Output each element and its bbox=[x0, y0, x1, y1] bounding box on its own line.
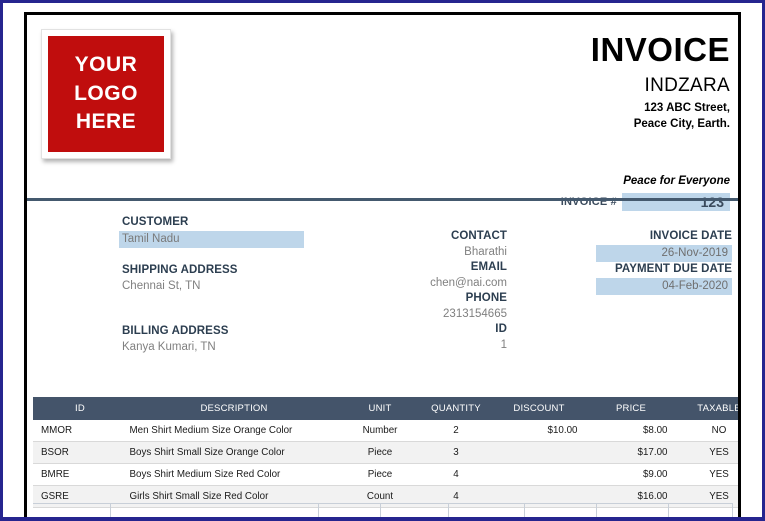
table-row[interactable]: BSOR Boys Shirt Small Size Orange Color Pi… bbox=[33, 441, 738, 464]
cell-description[interactable]: Men Shirt Medium Size Orange Color bbox=[124, 420, 344, 442]
cell-id[interactable]: MMOR bbox=[33, 420, 125, 442]
empty-cell-5[interactable] bbox=[449, 503, 525, 517]
line-items-table: ID DESCRIPTION UNIT QUANTITY DISCOUNT PR… bbox=[33, 397, 738, 508]
cell-quantity[interactable]: 3 bbox=[416, 441, 496, 464]
cell-taxable[interactable]: NO bbox=[677, 420, 738, 442]
cell-description[interactable]: Boys Shirt Medium Size Red Color bbox=[124, 463, 344, 486]
empty-cell-8[interactable] bbox=[669, 503, 733, 517]
column-header-price[interactable]: PRICE bbox=[589, 397, 678, 420]
header-divider bbox=[27, 198, 738, 201]
empty-cell-3[interactable] bbox=[319, 503, 381, 517]
empty-cell-7[interactable] bbox=[597, 503, 669, 517]
payment-due-date-label: PAYMENT DUE DATE bbox=[614, 263, 732, 276]
table-row[interactable]: MMOR Men Shirt Medium Size Orange Color Nu… bbox=[33, 420, 738, 442]
shipping-address-value[interactable]: Chennai St, TN bbox=[122, 279, 307, 295]
contact-value[interactable]: Bharathi bbox=[327, 245, 507, 261]
customer-id-label: ID bbox=[495, 323, 507, 336]
cell-unit[interactable]: Piece bbox=[343, 463, 417, 486]
logo-line-2: LOGO bbox=[74, 81, 138, 105]
cell-price[interactable]: $8.00 bbox=[589, 420, 678, 442]
column-header-qty[interactable]: QUANTITY bbox=[416, 397, 496, 420]
cell-taxable[interactable]: YES bbox=[677, 441, 738, 464]
empty-cell-4[interactable] bbox=[381, 503, 449, 517]
column-header-id[interactable]: ID bbox=[33, 397, 125, 420]
invoice-date-field[interactable]: 26-Nov-2019 bbox=[596, 244, 732, 263]
invoice-details: CUSTOMER Tamil Nadu SHIPPING ADDRESS Che… bbox=[27, 205, 738, 385]
page-title: INVOICE bbox=[590, 31, 730, 68]
cell-id[interactable]: BMRE bbox=[33, 463, 125, 486]
phone-value[interactable]: 2313154665 bbox=[327, 307, 507, 323]
contact-label: CONTACT bbox=[450, 230, 507, 242]
window-border-left bbox=[0, 0, 3, 521]
contact-details-column: CONTACT Bharathi EMAIL chen@nai.com PHON… bbox=[327, 229, 507, 353]
logo-placeholder-graphic: YOUR LOGO HERE bbox=[48, 36, 164, 152]
email-value[interactable]: chen@nai.com bbox=[327, 276, 507, 292]
window-border-top bbox=[0, 0, 765, 3]
payment-due-date-field[interactable]: 04-Feb-2020 bbox=[596, 277, 732, 296]
company-tagline: Peace for Everyone bbox=[623, 175, 730, 187]
table-header-row: ID DESCRIPTION UNIT QUANTITY DISCOUNT PR… bbox=[33, 397, 738, 420]
column-header-unit[interactable]: UNIT bbox=[343, 397, 417, 420]
customer-details-column: CUSTOMER Tamil Nadu SHIPPING ADDRESS Che… bbox=[119, 215, 307, 356]
logo-line-1: YOUR bbox=[74, 52, 138, 76]
email-label: EMAIL bbox=[470, 261, 507, 274]
billing-address-label: BILLING ADDRESS bbox=[122, 325, 229, 338]
cell-discount[interactable] bbox=[495, 441, 590, 464]
customer-label: CUSTOMER bbox=[122, 216, 189, 228]
empty-cell-1[interactable] bbox=[33, 503, 111, 517]
company-logo[interactable]: YOUR LOGO HERE bbox=[41, 29, 171, 159]
customer-name-field[interactable]: Tamil Nadu bbox=[119, 230, 304, 249]
logo-line-3: HERE bbox=[75, 110, 137, 134]
cell-price[interactable]: $9.00 bbox=[589, 463, 678, 486]
invoice-sheet: YOUR LOGO HERE INVOICE INDZARA 123 ABC S… bbox=[27, 15, 738, 517]
line-items-header: ID DESCRIPTION UNIT QUANTITY DISCOUNT PR… bbox=[33, 397, 738, 420]
column-header-desc[interactable]: DESCRIPTION bbox=[124, 397, 344, 420]
company-address-2: Peace City, Earth. bbox=[633, 118, 730, 131]
column-header-taxable[interactable]: TAXABLE bbox=[677, 397, 738, 420]
empty-cell-6[interactable] bbox=[525, 503, 597, 517]
cell-description[interactable]: Boys Shirt Small Size Orange Color bbox=[124, 441, 344, 464]
cell-unit[interactable]: Number bbox=[343, 420, 417, 442]
invoice-header-block: INVOICE INDZARA 123 ABC Street, Peace Ci… bbox=[310, 33, 730, 133]
shipping-address-label: SHIPPING ADDRESS bbox=[122, 264, 238, 277]
cell-discount[interactable]: $10.00 bbox=[495, 420, 590, 442]
empty-grid-strip bbox=[33, 503, 733, 517]
empty-cell-2[interactable] bbox=[111, 503, 319, 517]
cell-price[interactable]: $17.00 bbox=[589, 441, 678, 464]
invoice-window: YOUR LOGO HERE INVOICE INDZARA 123 ABC S… bbox=[0, 0, 765, 521]
print-area-border-right bbox=[738, 12, 741, 517]
table-row[interactable]: BMRE Boys Shirt Medium Size Red Color Piec… bbox=[33, 463, 738, 486]
cell-quantity[interactable]: 4 bbox=[416, 463, 496, 486]
dates-column: INVOICE DATE 26-Nov-2019 PAYMENT DUE DAT… bbox=[517, 229, 732, 296]
billing-address-value[interactable]: Kanya Kumari, TN bbox=[122, 340, 307, 356]
phone-label: PHONE bbox=[465, 292, 507, 305]
window-border-bottom bbox=[0, 517, 765, 521]
customer-id-value[interactable]: 1 bbox=[327, 338, 507, 354]
cell-taxable[interactable]: YES bbox=[677, 463, 738, 486]
column-header-disc[interactable]: DISCOUNT bbox=[495, 397, 590, 420]
company-name: INDZARA bbox=[644, 75, 730, 96]
cell-unit[interactable]: Piece bbox=[343, 441, 417, 464]
cell-id[interactable]: BSOR bbox=[33, 441, 125, 464]
company-address-1: 123 ABC Street, bbox=[644, 101, 730, 114]
cell-quantity[interactable]: 2 bbox=[416, 420, 496, 442]
line-items-body: MMOR Men Shirt Medium Size Orange Color Nu… bbox=[33, 420, 738, 508]
invoice-date-label: INVOICE DATE bbox=[649, 230, 732, 242]
cell-discount[interactable] bbox=[495, 463, 590, 486]
